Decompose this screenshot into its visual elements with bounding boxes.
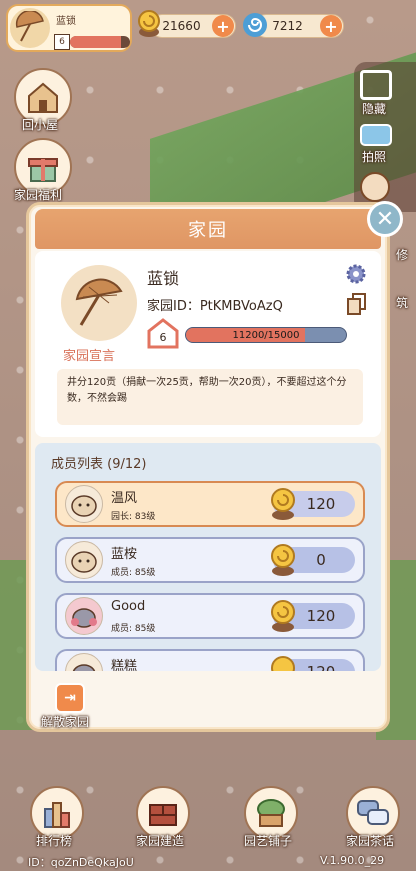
gear-icon[interactable]	[345, 263, 367, 285]
home-exp-bar: 11200/15000	[185, 327, 347, 343]
player-name: 蓝锁	[56, 16, 76, 27]
members-card: 成员列表 (9/12) 温风 园长: 83级 120 蓝桉 成员: 85级 0	[35, 443, 381, 671]
member-role: 园长: 83级	[111, 512, 156, 522]
snail-icon	[269, 485, 297, 521]
member-row[interactable]: Good 成员: 85级 120	[55, 593, 365, 639]
member-score-value: 0	[316, 551, 326, 569]
member-score-value: 120	[306, 495, 336, 513]
player-level-badge: 6	[54, 34, 70, 50]
garden-shop-label: 园艺铺子	[244, 834, 293, 848]
home-button-label: 回小屋	[22, 118, 59, 132]
camera-icon[interactable]	[360, 124, 392, 146]
mouse-avatar-icon	[65, 653, 103, 671]
member-role: 成员: 85级	[111, 568, 156, 578]
decorate-label: 修	[396, 248, 409, 262]
member-name: 蓝桉	[111, 547, 138, 562]
disband-button[interactable]: ⇥ 解散家园	[41, 683, 101, 733]
hide-label: 隐藏	[362, 102, 387, 116]
plant-basket-icon	[257, 799, 285, 827]
version-label: V.1.90.0_29	[320, 854, 385, 867]
member-score-value: 120	[306, 607, 336, 625]
home-avatar[interactable]	[61, 265, 137, 341]
announce-label[interactable]: 家园宣言	[63, 345, 115, 364]
player-exp-bar	[70, 36, 130, 48]
member-name: 糕糕	[111, 659, 138, 671]
dialog-title: 家园	[188, 220, 228, 241]
hamster-avatar-icon	[65, 485, 103, 523]
character-icon[interactable]	[360, 172, 390, 202]
chat-bubbles-icon	[357, 800, 389, 825]
home-info-card: 家园宣言 蓝锁 家园ID：PtKMBVoAzQ 6 11200/15000 井分…	[35, 251, 381, 437]
snail-icon	[269, 597, 297, 633]
member-score-value: 120	[307, 663, 336, 671]
trophy-icon	[44, 802, 70, 828]
photo-label: 拍照	[362, 150, 387, 164]
snail-icon	[269, 653, 297, 671]
hamster-avatar-icon	[65, 541, 103, 579]
add-snail-button[interactable]: +	[212, 15, 234, 37]
dialog-header: 家园	[35, 209, 381, 249]
member-role: 成员: 85级	[111, 624, 156, 634]
home-name: 蓝锁	[147, 269, 180, 288]
snail-currency: 21660 +	[150, 14, 236, 38]
player-chip[interactable]: 蓝锁 6	[6, 4, 132, 52]
house-icon	[28, 82, 58, 113]
exit-door-icon: ⇥	[55, 683, 85, 713]
members-title: 成员列表 (9/12)	[51, 457, 147, 472]
hide-icon[interactable]	[360, 70, 392, 100]
close-button[interactable]: ✕	[367, 201, 403, 237]
snail-coin-icon	[136, 8, 162, 37]
disband-label: 解散家园	[41, 715, 90, 729]
tea-chat-label: 家园茶话	[346, 834, 395, 848]
umbrella-icon	[10, 8, 50, 48]
build-label: 筑	[396, 296, 409, 310]
add-swirl-button[interactable]: +	[320, 15, 342, 37]
member-row[interactable]: 温风 园长: 83级 120	[55, 481, 365, 527]
member-name: Good	[111, 599, 146, 614]
swirl-gem-icon	[242, 12, 268, 38]
home-dialog: 家园 ✕ 家园宣言 蓝锁 家园ID：PtKMBVoAzQ 6 11200/150…	[26, 201, 403, 733]
snail-icon	[269, 541, 297, 577]
player-id: ID：qoZnDeQkaJoU	[28, 856, 134, 869]
member-row[interactable]: 蓝桉 成员: 85级 0	[55, 537, 365, 583]
home-exp-text: 11200/15000	[232, 329, 300, 341]
umbrella-icon	[75, 278, 123, 326]
brick-icon	[149, 804, 177, 826]
gift-icon	[28, 158, 58, 182]
welfare-button-label: 家园福利	[14, 188, 63, 202]
build-label: 家园建造	[136, 834, 185, 848]
member-name: 温风	[111, 491, 138, 506]
copy-icon[interactable]	[347, 293, 367, 315]
mouse-flower-avatar-icon	[65, 597, 103, 635]
member-row[interactable]: 糕糕 120	[55, 649, 365, 671]
player-exp-fill	[70, 36, 121, 48]
home-id: 家园ID：PtKMBVoAzQ	[147, 299, 283, 314]
home-level: 6	[159, 331, 167, 344]
rank-label: 排行榜	[36, 834, 73, 848]
home-notice: 井分120贡（捐献一次25贡，帮助一次20贡），不要超过这个分数，不然会踢	[57, 369, 363, 425]
